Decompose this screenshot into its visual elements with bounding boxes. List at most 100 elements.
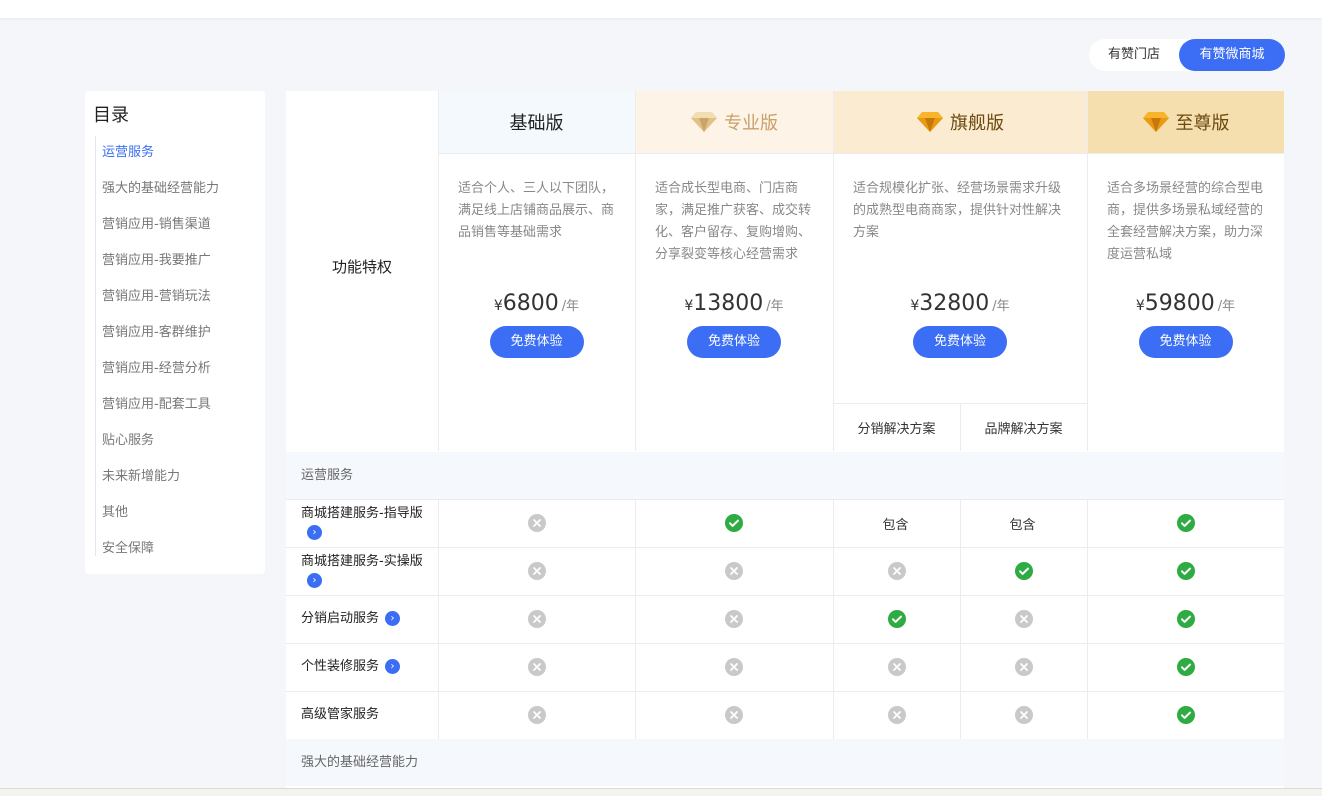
cell-divider (833, 691, 834, 739)
check-icon (1176, 658, 1195, 676)
cell-divider (960, 499, 961, 547)
info-arrow-icon[interactable]: › (385, 659, 401, 674)
cell-divider (833, 595, 834, 643)
check-icon (1176, 610, 1195, 628)
section-header: 运营服务 (286, 452, 1284, 499)
plan-title: 基础版 (438, 91, 635, 153)
info-arrow-icon[interactable]: › (385, 611, 401, 626)
price-value: 32800 (919, 291, 990, 316)
free-trial-button[interactable]: 免费体验 (913, 326, 1007, 358)
row-divider (286, 499, 1284, 500)
cross-icon (725, 610, 743, 628)
feature-name: 商城搭建服务-实操版 (301, 554, 423, 569)
plan-name: 旗舰版 (950, 113, 1004, 134)
cell-divider (438, 595, 439, 643)
cross-icon (887, 562, 906, 580)
plan-name: 至尊版 (1175, 113, 1230, 134)
cell-divider (635, 643, 636, 691)
check-icon (725, 514, 743, 532)
info-arrow-icon[interactable]: › (307, 525, 322, 540)
cross-icon (527, 706, 546, 724)
toc-item[interactable]: 营销应用-客群维护 (102, 321, 211, 340)
row-divider (286, 691, 1284, 692)
cross-icon (1014, 658, 1033, 676)
product-switcher: 有赞门店 有赞微商城 (1089, 39, 1285, 71)
plan-price: ¥59800/年 (1088, 291, 1284, 316)
cell-divider (635, 499, 636, 547)
toc-item[interactable]: 强大的基础经营能力 (102, 177, 219, 196)
switch-youzan-store[interactable]: 有赞门店 (1089, 39, 1179, 71)
diamond-icon (690, 111, 718, 133)
plan-price: ¥32800/年 (862, 291, 1058, 316)
check-icon (1176, 562, 1195, 580)
toc-item[interactable]: 营销应用-配套工具 (102, 393, 211, 412)
cross-icon (887, 658, 906, 676)
feature-name: 分销启动服务 (301, 611, 380, 626)
check-icon (1014, 562, 1033, 580)
plan-price: ¥13800/年 (636, 291, 832, 316)
feature-header: 功能特权 (331, 258, 392, 276)
feature-row-label: 分销启动服务 › (301, 609, 426, 628)
cell-divider (635, 691, 636, 739)
included-text: 包含 (1009, 518, 1036, 533)
toc-item[interactable]: 营销应用-经营分析 (102, 357, 211, 376)
table-of-contents: 目录 运营服务强大的基础经营能力 营销应用-销售渠道 营销应用-我要推广 营销应用-营… (85, 91, 265, 574)
cell-divider (635, 595, 636, 643)
check-icon (887, 610, 906, 628)
free-trial-button[interactable]: 免费体验 (489, 326, 584, 358)
diamond-icon (1142, 111, 1170, 133)
free-trial-button[interactable]: 免费体验 (687, 326, 781, 358)
pricing-comparison-table: 功能特权 基础版适合个人、三人以下团队，满足线上店铺商品展示、商品销售等基础需求… (286, 91, 1284, 795)
price-unit: /年 (992, 299, 1010, 314)
cell-divider (960, 691, 961, 739)
cross-icon (725, 658, 743, 676)
toc-item[interactable]: 未来新增能力 (102, 465, 180, 484)
toc-item[interactable]: 其他 (102, 501, 128, 520)
price-value: 13800 (693, 291, 764, 316)
flagship-sub-column: 分销解决方案 (857, 421, 936, 437)
diamond-icon (916, 111, 944, 133)
toc-item[interactable]: 营销应用-营销玩法 (102, 285, 211, 304)
cell-divider (438, 643, 439, 691)
toc-item[interactable]: 营销应用-我要推广 (102, 249, 211, 268)
toc-title: 目录 (93, 105, 129, 126)
switch-youzan-mall[interactable]: 有赞微商城 (1179, 39, 1285, 71)
toc-item[interactable]: 营销应用-销售渠道 (102, 213, 211, 232)
cell-divider (833, 499, 834, 547)
toc-item[interactable]: 贴心服务 (102, 429, 154, 448)
cell-divider (1087, 691, 1088, 739)
cell-divider (438, 499, 439, 547)
cell-divider (1087, 499, 1088, 547)
price-unit: /年 (1217, 299, 1236, 314)
toc-item[interactable]: 安全保障 (102, 537, 154, 556)
plan-description: 适合个人、三人以下团队，满足线上店铺商品展示、商品销售等基础需求 (458, 181, 615, 240)
cross-icon (527, 658, 546, 676)
cross-icon (725, 562, 743, 580)
top-nav-bar (0, 0, 1322, 18)
cell-divider (833, 547, 834, 595)
cell-divider (1087, 643, 1088, 691)
feature-name: 高级管家服务 (301, 707, 380, 722)
free-trial-button[interactable]: 免费体验 (1138, 326, 1233, 358)
plan-title: 专业版 (635, 91, 833, 153)
feature-name: 个性装修服务 (301, 659, 380, 674)
plan-description: 适合成长型电商、门店商家，满足推广获客、成交转化、客户留存、复购增购、分享裂变等… (655, 181, 812, 262)
cross-icon (725, 706, 743, 724)
row-divider (286, 595, 1284, 596)
cell-divider (438, 547, 439, 595)
cross-icon (1014, 706, 1033, 724)
header-divider (438, 153, 1284, 154)
cell-divider (1087, 547, 1088, 595)
currency-symbol: ¥ (684, 298, 694, 314)
info-arrow-icon[interactable]: › (307, 573, 322, 588)
price-unit: /年 (766, 299, 784, 314)
cell-divider (960, 547, 961, 595)
cross-icon (527, 514, 546, 532)
feature-row-label: 高级管家服务 (301, 705, 426, 724)
plan-name: 专业版 (724, 113, 778, 134)
cell-divider (635, 547, 636, 595)
cell-divider (960, 643, 961, 691)
toc-item[interactable]: 运营服务 (102, 141, 154, 160)
plan-name: 基础版 (509, 113, 564, 134)
cross-icon (527, 562, 546, 580)
